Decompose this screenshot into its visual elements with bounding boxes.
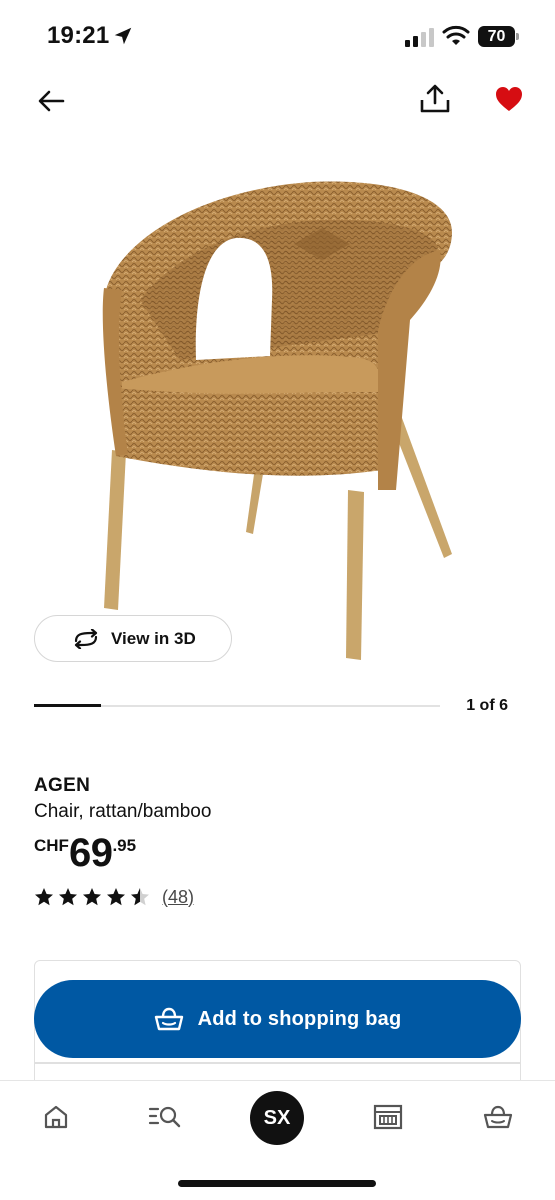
star-icon: [107, 888, 125, 906]
product-rating[interactable]: (48): [34, 885, 194, 909]
wifi-icon: [442, 25, 470, 45]
tab-profile[interactable]: SX: [250, 1091, 304, 1145]
view-in-3d-button[interactable]: View in 3D: [34, 615, 232, 662]
top-nav: [0, 72, 555, 128]
basket-icon: [154, 1007, 183, 1031]
add-to-shopping-bag-label: Add to shopping bag: [197, 1007, 402, 1030]
card-divider: [34, 1062, 521, 1064]
tab-search[interactable]: [143, 1097, 187, 1137]
tab-home[interactable]: [34, 1097, 78, 1137]
product-price: CHF 69 .95: [34, 833, 136, 873]
arrow-left-icon: [38, 90, 65, 112]
price-currency: CHF: [34, 836, 69, 855]
battery-tip: [516, 33, 519, 40]
product-image[interactable]: [60, 160, 500, 670]
image-carousel-progress: [34, 704, 440, 707]
store-icon: [373, 1104, 403, 1130]
star-icon: [83, 888, 101, 906]
tab-store[interactable]: [366, 1097, 410, 1137]
battery-level: 70: [487, 28, 506, 45]
add-to-shopping-bag-button[interactable]: Add to shopping bag: [34, 980, 521, 1058]
star-icon: [59, 888, 77, 906]
home-icon: [44, 1105, 68, 1129]
cell-signal-icon: [405, 28, 434, 47]
status-time: 19:21: [47, 22, 110, 49]
carousel-position: 1 of 6: [466, 697, 508, 714]
price-decimals: .95: [112, 836, 137, 855]
product-description: Chair, rattan/bamboo: [34, 801, 212, 822]
back-button[interactable]: [30, 80, 72, 122]
favourite-button[interactable]: [487, 78, 531, 120]
home-indicator: [178, 1180, 376, 1187]
star-half-icon: [131, 888, 149, 906]
rating-count-link[interactable]: (48): [162, 887, 194, 908]
status-bar: 19:21 70: [0, 0, 555, 70]
rotate-3d-icon: [74, 628, 98, 649]
tab-basket[interactable]: [476, 1097, 520, 1137]
share-icon: [420, 84, 450, 113]
view-in-3d-label: View in 3D: [111, 628, 196, 648]
basket-icon: [483, 1105, 513, 1129]
carousel-progress-fill: [34, 704, 102, 707]
battery-indicator: 70: [478, 25, 520, 47]
product-name: AGEN: [34, 775, 91, 796]
star-icon: [35, 888, 53, 906]
location-arrow-icon: [114, 27, 132, 45]
heart-icon: [496, 87, 522, 111]
search-list-icon: [148, 1106, 181, 1128]
price-main: 69: [68, 831, 113, 875]
share-button[interactable]: [414, 78, 456, 120]
